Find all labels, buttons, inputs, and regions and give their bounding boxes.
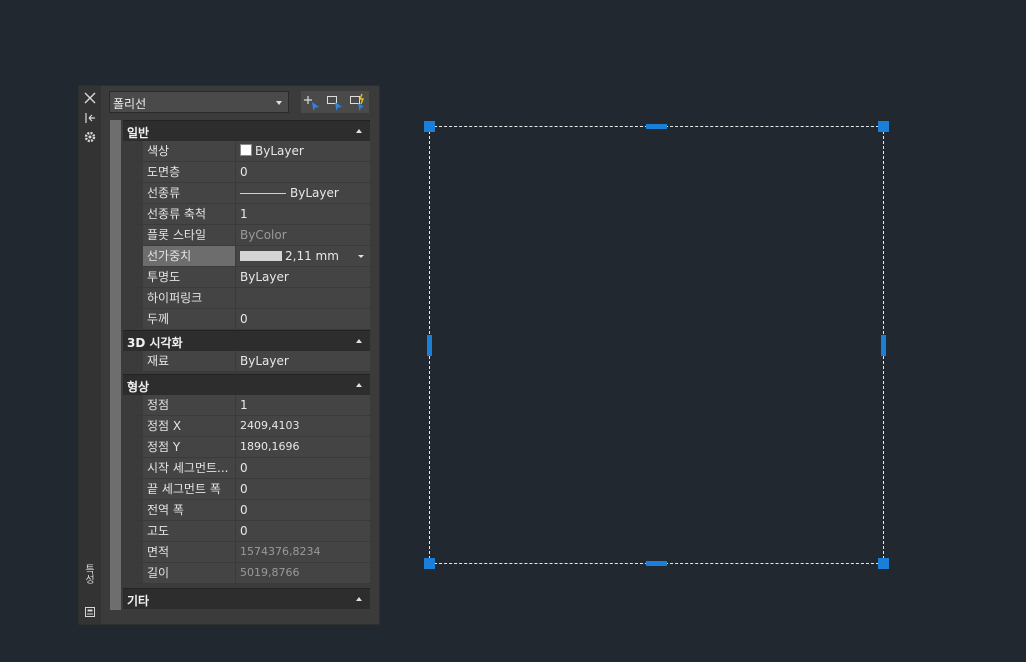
property-row[interactable]: 하이퍼링크 bbox=[123, 288, 370, 309]
property-value: 5019,8766 bbox=[240, 566, 300, 579]
property-row[interactable]: 끝 세그먼트 폭 0 bbox=[123, 479, 370, 500]
chevron-down-icon[interactable] bbox=[358, 255, 364, 258]
vertical-scrollbar[interactable] bbox=[110, 120, 121, 610]
property-row[interactable]: 플롯 스타일 ByColor bbox=[123, 225, 370, 246]
property-name: 선종류 bbox=[143, 183, 236, 203]
property-name: 전역 폭 bbox=[143, 500, 236, 520]
section-misc[interactable]: 기타 bbox=[123, 588, 370, 609]
properties-palette: 특성 폴리선 일반 색상 ByLayer 도면층 0 선종류 ByLayer 선… bbox=[78, 85, 380, 625]
property-name: 길이 bbox=[143, 563, 236, 583]
property-value[interactable]: 1890,1696 bbox=[236, 437, 370, 457]
corner-grip[interactable] bbox=[878, 558, 889, 569]
properties-grid: 일반 색상 ByLayer 도면층 0 선종류 ByLayer 선종류 축척 1… bbox=[123, 120, 370, 609]
property-value[interactable]: ByLayer bbox=[236, 141, 370, 161]
property-name: 고도 bbox=[143, 521, 236, 541]
property-row[interactable]: 시작 세그먼트... 0 bbox=[123, 458, 370, 479]
section-title: 기타 bbox=[127, 594, 150, 608]
property-value: ByColor bbox=[240, 228, 287, 242]
gear-icon[interactable] bbox=[82, 129, 98, 145]
property-value[interactable]: 1 bbox=[236, 395, 370, 415]
property-name: 두께 bbox=[143, 309, 236, 329]
property-value: 1574376,8234 bbox=[240, 545, 321, 558]
property-name: 정점 Y bbox=[143, 437, 236, 457]
property-name: 하이퍼링크 bbox=[143, 288, 236, 308]
property-row[interactable]: 정점 X 2409,4103 bbox=[123, 416, 370, 437]
quick-select-icon[interactable] bbox=[348, 92, 368, 112]
property-value[interactable]: 0 bbox=[236, 500, 370, 520]
property-value[interactable]: 0 bbox=[236, 162, 370, 182]
midpoint-grip[interactable] bbox=[646, 124, 667, 129]
property-value[interactable]: 0 bbox=[236, 309, 370, 329]
object-type-dropdown[interactable]: 폴리선 bbox=[109, 91, 289, 113]
corner-grip[interactable] bbox=[878, 121, 889, 132]
property-row[interactable]: 두께 0 bbox=[123, 309, 370, 330]
selected-polyline[interactable] bbox=[424, 121, 889, 569]
property-name: 도면층 bbox=[143, 162, 236, 182]
chevron-up-icon[interactable] bbox=[356, 129, 362, 133]
property-row[interactable]: 전역 폭 0 bbox=[123, 500, 370, 521]
property-name: 정점 X bbox=[143, 416, 236, 436]
lineweight-sample-icon bbox=[240, 251, 282, 261]
property-row[interactable]: 정점 1 bbox=[123, 395, 370, 416]
property-value[interactable]: 0 bbox=[236, 479, 370, 499]
property-row[interactable]: 길이 5019,8766 bbox=[123, 563, 370, 584]
property-value[interactable]: ByLayer bbox=[236, 267, 370, 287]
lineweight-dropdown[interactable]: 2,11 mm bbox=[236, 246, 370, 266]
property-value[interactable]: 2409,4103 bbox=[236, 416, 370, 436]
pickadd-toggle-icon[interactable] bbox=[302, 92, 322, 112]
autohide-icon[interactable] bbox=[82, 110, 98, 126]
property-value[interactable]: ByLayer bbox=[236, 183, 370, 203]
property-value[interactable] bbox=[236, 288, 370, 308]
property-row[interactable]: 재료 ByLayer bbox=[123, 351, 370, 372]
property-name: 선가중치 bbox=[143, 246, 236, 266]
chevron-up-icon[interactable] bbox=[356, 597, 362, 601]
property-name: 선종류 축척 bbox=[143, 204, 236, 224]
section-title: 형상 bbox=[127, 380, 150, 394]
close-icon[interactable] bbox=[82, 90, 98, 106]
midpoint-grip[interactable] bbox=[427, 335, 432, 356]
property-row[interactable]: 선종류 ByLayer bbox=[123, 183, 370, 204]
property-row-selected[interactable]: 선가중치 2,11 mm bbox=[123, 246, 370, 267]
palette-title-strip[interactable]: 특성 bbox=[79, 86, 101, 624]
midpoint-grip[interactable] bbox=[646, 561, 667, 566]
property-name: 정점 bbox=[143, 395, 236, 415]
midpoint-grip[interactable] bbox=[881, 335, 886, 356]
chevron-up-icon[interactable] bbox=[356, 339, 362, 343]
property-value[interactable]: 0 bbox=[236, 458, 370, 478]
corner-grip[interactable] bbox=[424, 558, 435, 569]
palette-title-label: 특성 bbox=[85, 565, 95, 586]
property-name: 끝 세그먼트 폭 bbox=[143, 479, 236, 499]
chevron-down-icon bbox=[276, 101, 282, 105]
select-objects-icon[interactable] bbox=[325, 92, 345, 112]
color-swatch-icon bbox=[240, 144, 252, 156]
property-value[interactable]: 1 bbox=[236, 204, 370, 224]
property-row[interactable]: 정점 Y 1890,1696 bbox=[123, 437, 370, 458]
linetype-sample-icon bbox=[240, 193, 286, 194]
chevron-up-icon[interactable] bbox=[356, 383, 362, 387]
section-geometry[interactable]: 형상 bbox=[123, 374, 370, 395]
property-name: 시작 세그먼트... bbox=[143, 458, 236, 478]
property-row[interactable]: 투명도 ByLayer bbox=[123, 267, 370, 288]
property-name: 면적 bbox=[143, 542, 236, 562]
property-row[interactable]: 선종류 축척 1 bbox=[123, 204, 370, 225]
section-3d-visualization[interactable]: 3D 시각화 bbox=[123, 330, 370, 351]
property-row[interactable]: 도면층 0 bbox=[123, 162, 370, 183]
section-title: 일반 bbox=[127, 126, 150, 140]
palette-toolbar bbox=[301, 91, 369, 113]
section-title: 3D 시각화 bbox=[127, 336, 183, 350]
property-value[interactable]: 0 bbox=[236, 521, 370, 541]
property-row[interactable]: 색상 ByLayer bbox=[123, 141, 370, 162]
corner-grip[interactable] bbox=[424, 121, 435, 132]
property-name: 플롯 스타일 bbox=[143, 225, 236, 245]
object-type-value: 폴리선 bbox=[113, 97, 147, 111]
property-name: 색상 bbox=[143, 141, 236, 161]
property-row[interactable]: 면적 1574376,8234 bbox=[123, 542, 370, 563]
property-row[interactable]: 고도 0 bbox=[123, 521, 370, 542]
properties-icon[interactable] bbox=[82, 604, 98, 620]
property-name: 재료 bbox=[143, 351, 236, 371]
property-value[interactable]: ByLayer bbox=[236, 351, 370, 371]
property-name: 투명도 bbox=[143, 267, 236, 287]
section-general[interactable]: 일반 bbox=[123, 120, 370, 141]
